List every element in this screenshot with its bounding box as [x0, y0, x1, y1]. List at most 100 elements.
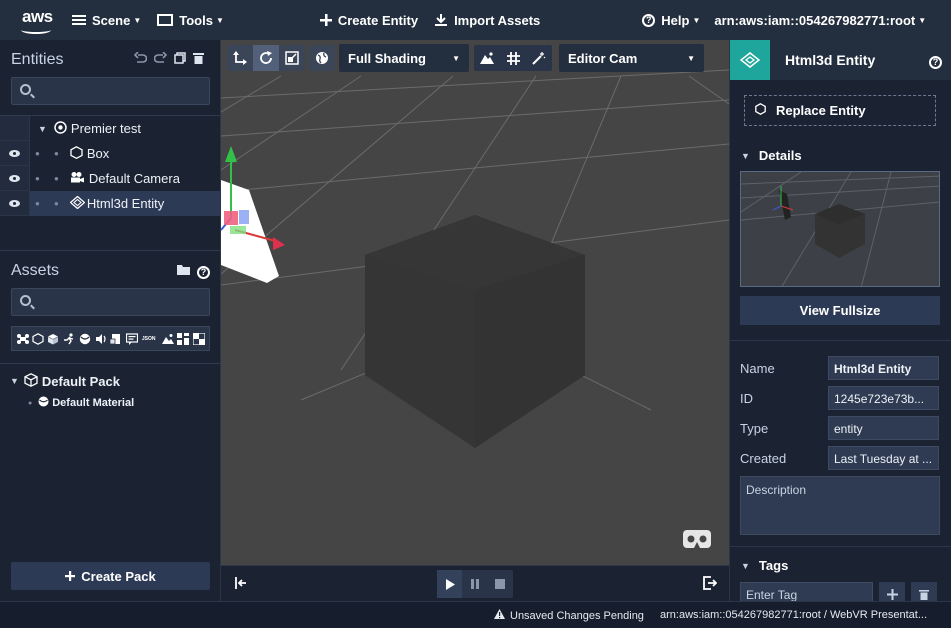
- expand-icon[interactable]: ▼: [38, 124, 47, 134]
- inspector-title: Html3d Entity: [785, 52, 876, 68]
- collapse-left-icon[interactable]: [233, 576, 247, 593]
- inspector-header: Html3d Entity ?: [730, 40, 951, 80]
- indent-dots: ● ●: [35, 174, 65, 183]
- help-icon[interactable]: ?: [929, 53, 942, 69]
- image-icon[interactable]: [161, 333, 174, 345]
- chevron-down-icon: ▼: [215, 15, 224, 25]
- 3d-viewport[interactable]: [221, 40, 729, 565]
- undo-icon[interactable]: [133, 51, 148, 67]
- world-space-button[interactable]: [309, 45, 335, 71]
- grid-toggle[interactable]: [500, 45, 526, 71]
- entity-search-input[interactable]: [11, 77, 210, 105]
- indent-dots: ● ●: [35, 149, 65, 158]
- visibility-toggle[interactable]: [0, 166, 30, 191]
- expand-icon[interactable]: ▼: [10, 376, 19, 386]
- scale-tool[interactable]: [279, 45, 305, 71]
- window-icon: [157, 14, 174, 26]
- asset-row-default-material[interactable]: ● Default Material: [0, 392, 220, 414]
- details-section-header[interactable]: ▼ Details: [741, 148, 802, 163]
- asset-search-input[interactable]: [11, 288, 210, 316]
- entity-icon[interactable]: [16, 333, 29, 345]
- viewport-bottom-bar: [221, 565, 729, 601]
- camera-dropdown[interactable]: Editor Cam ▼: [559, 44, 704, 72]
- transform-tools: [227, 45, 305, 71]
- folder-icon[interactable]: [177, 263, 190, 279]
- tree-row-html3d[interactable]: ● ● Html3d Entity: [0, 191, 220, 216]
- assets-title: Assets: [11, 262, 60, 279]
- duplicate-icon[interactable]: [174, 52, 186, 67]
- search-icon: [20, 295, 31, 306]
- scene-menu[interactable]: Scene ▼: [64, 0, 149, 40]
- play-button[interactable]: [437, 570, 462, 598]
- audio-icon[interactable]: [95, 333, 107, 345]
- effects-toggle[interactable]: [526, 45, 552, 71]
- chevron-down-icon: ▼: [741, 150, 750, 161]
- chevron-down-icon: ▼: [692, 15, 701, 25]
- animation-icon[interactable]: [63, 332, 75, 345]
- view-fullsize-button[interactable]: View Fullsize: [740, 296, 940, 325]
- replace-entity-label: Replace Entity: [776, 103, 866, 118]
- grid-icon: [506, 51, 520, 65]
- stop-button[interactable]: [487, 570, 512, 598]
- camera-icon: [70, 171, 85, 187]
- shading-label: Full Shading: [348, 50, 426, 66]
- tools-menu[interactable]: Tools ▼: [149, 0, 232, 40]
- tree-row-box[interactable]: ● ● Box: [0, 141, 220, 166]
- create-pack-button[interactable]: Create Pack: [11, 562, 210, 590]
- magic-wand-icon: [532, 52, 546, 65]
- text-icon[interactable]: [126, 332, 139, 345]
- name-field[interactable]: Html3d Entity: [828, 356, 939, 380]
- pack-row[interactable]: ▼ Default Pack: [0, 370, 220, 392]
- environment-icon[interactable]: [177, 332, 190, 345]
- pause-button[interactable]: [462, 570, 487, 598]
- tag-input[interactable]: Enter Tag: [740, 582, 873, 601]
- id-field[interactable]: 1245e723e73b...: [828, 386, 939, 410]
- divider: [730, 546, 951, 547]
- view-options: [474, 45, 552, 71]
- tree-row-camera[interactable]: ● ● Default Camera: [0, 166, 220, 191]
- tags-section-header[interactable]: ▼ Tags: [741, 558, 788, 573]
- top-nav: aws Scene ▼ Tools ▼ Create Entity Import…: [0, 0, 951, 40]
- type-field[interactable]: entity: [828, 416, 939, 440]
- replace-entity-button[interactable]: Replace Entity: [744, 95, 936, 126]
- unsaved-status[interactable]: Unsaved Changes Pending: [494, 609, 644, 622]
- delete-tag-button[interactable]: [911, 582, 937, 601]
- texture-icon[interactable]: [192, 331, 206, 346]
- download-icon: [434, 13, 448, 27]
- hexagon-icon: [755, 103, 766, 118]
- help-icon[interactable]: ?: [197, 263, 210, 279]
- viewport-toolbar: Full Shading ▼ Editor Cam ▼: [221, 40, 729, 76]
- visibility-toggle[interactable]: [0, 141, 30, 166]
- pack-icon: [24, 372, 38, 390]
- tree-row-scene[interactable]: ▼ Premier test: [0, 116, 220, 141]
- account-menu[interactable]: arn:aws:iam::054267982771:root ▼: [708, 0, 934, 40]
- description-field[interactable]: Description: [740, 476, 940, 535]
- import-assets-button[interactable]: Import Assets: [426, 0, 548, 40]
- visibility-toggle[interactable]: [0, 116, 30, 141]
- visibility-toggle[interactable]: [0, 191, 30, 216]
- material-icon[interactable]: [79, 333, 91, 345]
- add-tag-button[interactable]: [879, 582, 905, 601]
- aws-logo[interactable]: aws: [8, 0, 64, 40]
- eye-icon: [9, 149, 20, 157]
- environment-toggle[interactable]: [474, 45, 500, 71]
- divider: [730, 340, 951, 341]
- asset-type-filter: JSON: [11, 326, 210, 351]
- rotate-tool[interactable]: [253, 45, 279, 71]
- json-icon[interactable]: JSON: [142, 333, 158, 345]
- model-icon[interactable]: [47, 333, 59, 345]
- exit-icon[interactable]: [703, 576, 718, 593]
- pause-icon: [470, 579, 479, 589]
- playback-controls: [437, 570, 513, 598]
- shading-dropdown[interactable]: Full Shading ▼: [339, 44, 469, 72]
- help-menu[interactable]: ? Help ▼: [634, 0, 708, 40]
- create-entity-button[interactable]: Create Entity: [312, 0, 426, 40]
- search-icon: [20, 84, 31, 95]
- trash-icon[interactable]: [193, 52, 204, 67]
- translate-tool[interactable]: [227, 45, 253, 71]
- redo-icon[interactable]: [153, 51, 168, 67]
- script-icon[interactable]: [109, 333, 122, 345]
- created-field[interactable]: Last Tuesday at ...: [828, 446, 939, 470]
- geometry-icon[interactable]: [32, 332, 44, 345]
- logo-smile: [21, 26, 51, 34]
